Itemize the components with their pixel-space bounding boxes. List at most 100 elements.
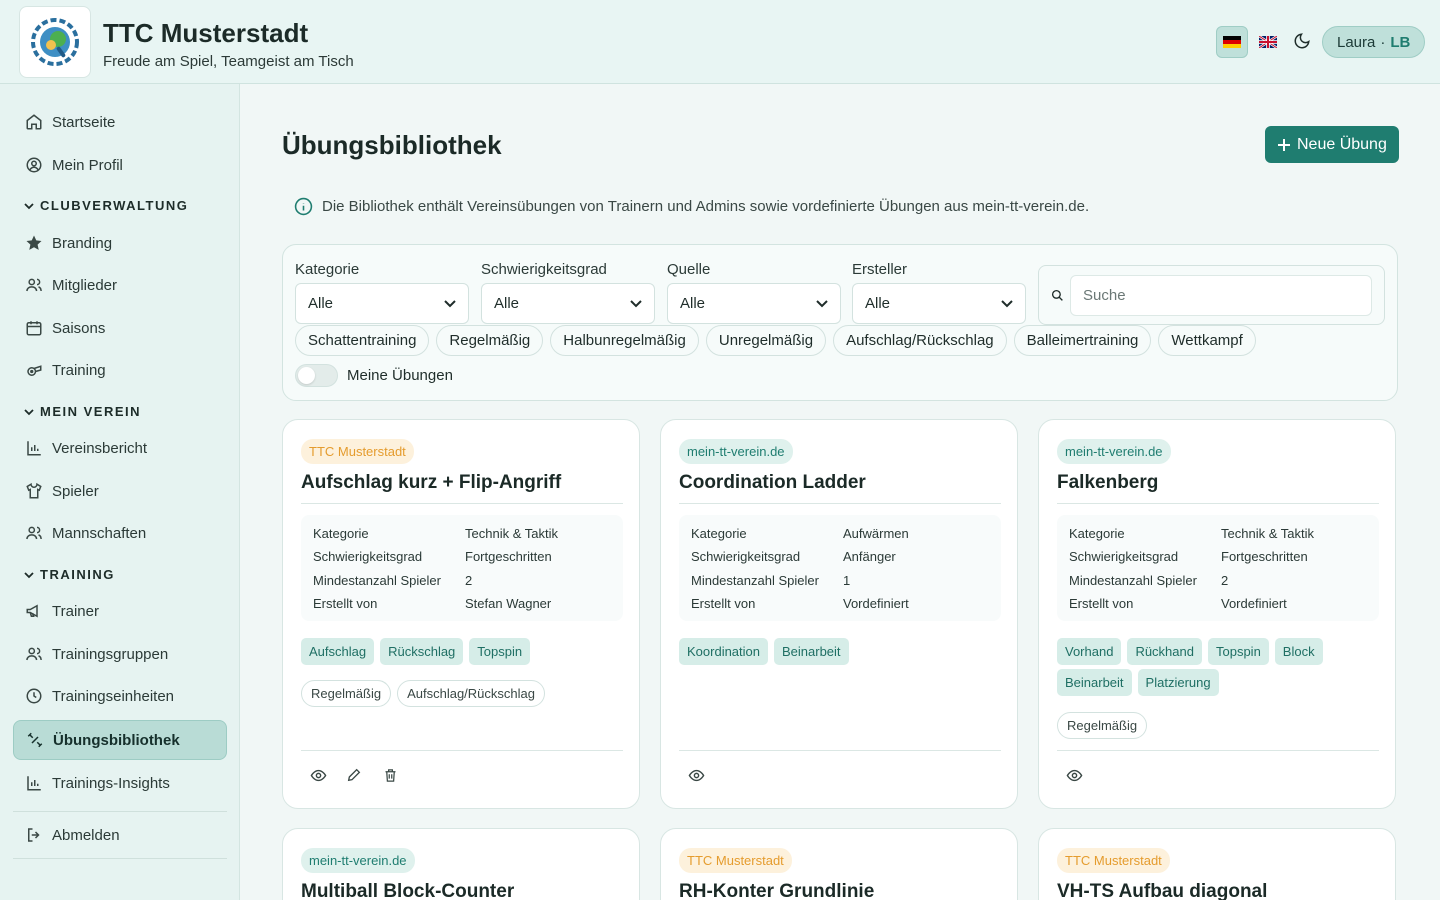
select-value: Alle bbox=[494, 295, 520, 312]
delete-button[interactable] bbox=[381, 766, 399, 784]
card-actions bbox=[309, 766, 399, 784]
sidebar-item-label: Abmelden bbox=[52, 826, 120, 844]
language-de-button[interactable] bbox=[1216, 26, 1248, 58]
sidebar-item-saisons[interactable]: Saisons bbox=[13, 308, 227, 348]
club-logo[interactable] bbox=[19, 6, 91, 78]
chevron-down-icon bbox=[24, 408, 34, 415]
my-exercises-toggle-row: Meine Übungen bbox=[295, 364, 453, 387]
exercise-card[interactable]: mein-tt-verein.de Coordination Ladder Ka… bbox=[660, 419, 1018, 809]
logout-icon bbox=[24, 825, 44, 845]
chip-regelmaessig[interactable]: Regelmäßig bbox=[436, 325, 544, 356]
meta-row: Kategorie Technik & Taktik bbox=[1069, 526, 1314, 541]
info-icon bbox=[294, 197, 313, 216]
filter-quelle-select[interactable]: Alle bbox=[667, 283, 841, 324]
users-icon bbox=[24, 275, 44, 295]
card-divider bbox=[301, 750, 623, 751]
new-exercise-label: Neue Übung bbox=[1297, 135, 1387, 153]
exercise-card[interactable]: TTC Musterstadt RH-Konter Grundlinie bbox=[660, 828, 1018, 900]
sidebar-item-label: Trainer bbox=[52, 602, 99, 620]
section-mein-verein[interactable]: MEIN VEREIN bbox=[24, 404, 141, 419]
exercise-card[interactable]: mein-tt-verein.de Multiball Block-Counte… bbox=[282, 828, 640, 900]
sidebar-item-label: Training bbox=[52, 361, 106, 379]
chip-aufschlag-rueckschlag[interactable]: Aufschlag/Rückschlag bbox=[833, 325, 1007, 356]
section-training[interactable]: TRAINING bbox=[24, 567, 115, 582]
meta-key: Schwierigkeitsgrad bbox=[1069, 549, 1179, 564]
type-tag: Regelmäßig bbox=[301, 680, 392, 707]
meta-row: Erstellt von Stefan Wagner bbox=[313, 596, 551, 611]
exercise-card[interactable]: mein-tt-verein.de Falkenberg Kategorie Te… bbox=[1038, 419, 1396, 809]
shirt-icon bbox=[24, 481, 44, 501]
meta-key: Mindestanzahl Spieler bbox=[1069, 573, 1197, 588]
view-button[interactable] bbox=[687, 766, 705, 784]
view-button[interactable] bbox=[309, 766, 327, 784]
skill-tag: Topspin bbox=[1207, 638, 1269, 665]
view-button[interactable] bbox=[1065, 766, 1083, 784]
sidebar: Startseite Mein Profil CLUBVERWALTUNG Br… bbox=[0, 84, 240, 900]
skill-tag: Aufschlag bbox=[301, 638, 375, 665]
language-en-button[interactable] bbox=[1252, 26, 1284, 58]
sidebar-item-trainingsgruppen[interactable]: Trainingsgruppen bbox=[13, 634, 227, 674]
chip-wettkampf[interactable]: Wettkampf bbox=[1158, 325, 1256, 356]
sidebar-item-trainer[interactable]: Trainer bbox=[13, 591, 227, 631]
card-divider bbox=[1057, 750, 1379, 751]
sidebar-item-label: Mitglieder bbox=[52, 276, 118, 294]
chevron-down-icon bbox=[816, 299, 828, 307]
chevron-down-icon bbox=[24, 571, 34, 578]
section-clubverwaltung[interactable]: CLUBVERWALTUNG bbox=[24, 198, 188, 213]
sidebar-item-label: Trainings-Insights bbox=[52, 774, 170, 792]
chevron-down-icon bbox=[444, 299, 456, 307]
sidebar-item-label: Spieler bbox=[52, 482, 99, 500]
filter-schwierigkeit-select[interactable]: Alle bbox=[481, 283, 655, 324]
type-tag: Regelmäßig bbox=[1057, 712, 1148, 739]
sidebar-item-uebungsbibliothek[interactable]: Übungsbibliothek bbox=[13, 720, 227, 760]
meta-value: 1 bbox=[843, 573, 851, 588]
filter-ersteller-label: Ersteller bbox=[852, 261, 908, 278]
sidebar-item-branding[interactable]: Branding bbox=[13, 223, 227, 263]
select-value: Alle bbox=[308, 295, 334, 312]
meta-key: Erstellt von bbox=[691, 596, 756, 611]
search-box: Suche bbox=[1038, 265, 1385, 325]
sidebar-divider bbox=[13, 858, 227, 859]
chip-unregelmaessig[interactable]: Unregelmäßig bbox=[705, 325, 827, 356]
filter-quelle-label: Quelle bbox=[667, 261, 711, 278]
club-slogan: Freude am Spiel, Teamgeist am Tisch bbox=[103, 53, 354, 70]
source-badge: TTC Musterstadt bbox=[1057, 848, 1170, 873]
sidebar-item-mein-profil[interactable]: Mein Profil bbox=[13, 145, 227, 185]
sidebar-item-mitglieder[interactable]: Mitglieder bbox=[13, 265, 227, 305]
sidebar-item-training[interactable]: Training bbox=[13, 350, 227, 390]
user-menu-button[interactable]: Laura · LB bbox=[1322, 26, 1426, 58]
source-badge: mein-tt-verein.de bbox=[679, 439, 793, 464]
new-exercise-button[interactable]: Neue Übung bbox=[1265, 126, 1399, 163]
sidebar-item-spieler[interactable]: Spieler bbox=[13, 471, 227, 511]
chip-balleimertraining[interactable]: Balleimertraining bbox=[1013, 325, 1152, 356]
logout-button[interactable]: Abmelden bbox=[13, 815, 227, 855]
sidebar-item-vereinsbericht[interactable]: Vereinsbericht bbox=[13, 428, 227, 468]
chip-schattentraining[interactable]: Schattentraining bbox=[295, 325, 430, 356]
filter-kategorie-label: Kategorie bbox=[295, 261, 360, 278]
my-exercises-toggle[interactable] bbox=[295, 364, 338, 387]
dark-mode-toggle[interactable] bbox=[1293, 32, 1311, 55]
edit-button[interactable] bbox=[345, 766, 363, 784]
sidebar-item-label: Branding bbox=[52, 234, 113, 252]
sidebar-item-trainings-insights[interactable]: Trainings-Insights bbox=[13, 763, 227, 803]
sidebar-item-mannschaften[interactable]: Mannschaften bbox=[13, 513, 227, 553]
meta-table: Kategorie Technik & Taktik Schwierigkeits… bbox=[1057, 515, 1379, 621]
filter-kategorie-select[interactable]: Alle bbox=[295, 283, 469, 324]
chip-halbunregelmaessig[interactable]: Halbunregelmäßig bbox=[550, 325, 699, 356]
meta-key: Schwierigkeitsgrad bbox=[691, 549, 801, 564]
sidebar-item-startseite[interactable]: Startseite bbox=[13, 102, 227, 142]
sidebar-item-label: Startseite bbox=[52, 113, 116, 131]
meta-value: Vordefiniert bbox=[1221, 596, 1287, 611]
exercise-card[interactable]: TTC Musterstadt VH-TS Aufbau diagonal bbox=[1038, 828, 1396, 900]
toggle-label: Meine Übungen bbox=[347, 367, 453, 384]
skill-tags: Vorhand Rückhand Topspin Block Beinarbei… bbox=[1057, 638, 1379, 696]
sidebar-item-label: Übungsbibliothek bbox=[53, 731, 180, 749]
user-initials: LB bbox=[1390, 33, 1411, 51]
sidebar-item-trainingseinheiten[interactable]: Trainingseinheiten bbox=[13, 676, 227, 716]
meta-value: Fortgeschritten bbox=[1221, 549, 1308, 564]
meta-key: Kategorie bbox=[691, 526, 747, 541]
filter-ersteller-select[interactable]: Alle bbox=[852, 283, 1026, 324]
exercise-card[interactable]: TTC Musterstadt Aufschlag kurz + Flip-An… bbox=[282, 419, 640, 809]
select-value: Alle bbox=[865, 295, 891, 312]
search-input[interactable]: Suche bbox=[1070, 275, 1372, 316]
